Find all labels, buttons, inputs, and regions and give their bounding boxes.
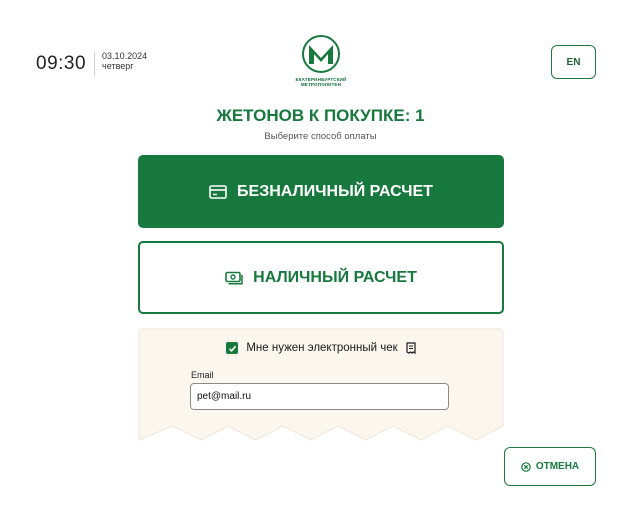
receipt-icon: [406, 342, 416, 354]
cancel-button-label: ОТМЕНА: [535, 461, 580, 472]
cashless-payment-button[interactable]: БЕЗНАЛИЧНЫЙ РАСЧЕТ: [138, 155, 504, 228]
e-receipt-panel: Мне нужен электронный чек Email: [138, 328, 504, 446]
cash-payment-label: НАЛИЧНЫЙ РАСЧЕТ: [253, 268, 417, 286]
e-receipt-checkbox-row[interactable]: Мне нужен электронный чек: [138, 342, 504, 354]
date-block: 03.10.2024 четверг: [102, 51, 147, 71]
cash-icon: [225, 271, 243, 285]
e-receipt-checkbox-label: Мне нужен электронный чек: [246, 342, 398, 354]
page-subtitle: Выберите способ оплаты: [264, 131, 377, 142]
card-icon: [209, 184, 227, 199]
cancel-button[interactable]: ОТМЕНА: [504, 447, 596, 486]
cashless-payment-label: БЕЗНАЛИЧНЫЙ РАСЧЕТ: [237, 182, 433, 200]
clock-divider: [94, 52, 96, 76]
current-time: 09:30: [36, 53, 87, 74]
cash-payment-button[interactable]: НАЛИЧНЫЙ РАСЧЕТ: [138, 241, 504, 314]
current-weekday: четверг: [102, 61, 134, 71]
logo-line-2: МЕТРОПОЛИТЕН: [300, 82, 342, 87]
email-field[interactable]: [190, 383, 449, 410]
cancel-circle-icon: [521, 461, 531, 472]
page-title: ЖЕТОНОВ К ПОКУПКЕ: 1: [216, 106, 425, 125]
metro-logo-icon: [302, 35, 340, 73]
email-label: Email: [191, 370, 214, 380]
e-receipt-checkbox[interactable]: [226, 342, 239, 354]
current-date: 03.10.2024: [102, 51, 148, 61]
metro-logo: ЕКАТЕРИНБУРГСКИЙ МЕТРОПОЛИТЕН: [289, 34, 353, 87]
clock: 09:30 03.10.2024 четверг: [36, 51, 147, 76]
check-icon: [228, 345, 237, 352]
language-button[interactable]: EN: [551, 45, 596, 79]
